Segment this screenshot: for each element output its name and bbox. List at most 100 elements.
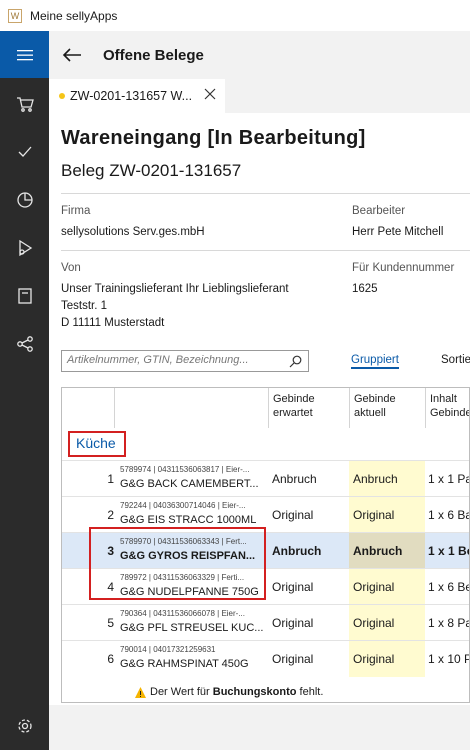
close-icon[interactable] [203, 87, 217, 101]
row-aktuell[interactable]: Original [353, 652, 394, 666]
sort-button[interactable]: Sortie [441, 354, 470, 366]
table-row[interactable]: 6 790014 | 04017321259631 G&G RAHMSPINAT… [62, 640, 470, 677]
page-title: Wareneingang [In Bearbeitung] [61, 127, 366, 149]
column-header-inhalt-gebinde[interactable]: Inhalt Gebinde [425, 388, 470, 428]
sidebar-item-check[interactable] [0, 129, 49, 175]
column-header-line: erwartet [273, 407, 313, 419]
row-erwartet: Anbruch [272, 544, 322, 558]
row-erwartet: Anbruch [272, 472, 317, 486]
hamburger-icon [16, 49, 33, 60]
column-header-line: Gebinde [273, 393, 315, 405]
row-inhalt: 1 x 10 P [428, 652, 470, 666]
check-icon [18, 146, 31, 157]
divider [61, 250, 470, 251]
von-line-1: Unser Trainingslieferant Ihr Lieblingsli… [61, 283, 289, 295]
warning-text: Der Wert für Buchungskonto fehlt. [150, 686, 323, 698]
row-number: 1 [107, 472, 114, 486]
column-header-line: Gebinde [430, 407, 470, 419]
highlight-frame [89, 527, 266, 600]
row-erwartet: Original [272, 580, 314, 594]
unsaved-dot [59, 93, 65, 99]
table-row[interactable]: 1 5789974 | 04311536063817 | Eier-... G&… [62, 460, 470, 497]
von-line-3: D 11111 Musterstadt [61, 317, 165, 329]
tab-strip: ZW-0201-131657 W... [49, 79, 470, 113]
warning-suffix: fehlt. [296, 686, 324, 698]
divider [61, 193, 470, 194]
firma-label: Firma [61, 205, 91, 217]
sidebar-item-network[interactable] [0, 321, 49, 367]
sidebar-item-reports[interactable] [0, 177, 49, 223]
search-input[interactable]: Artikelnummer, GTIN, Bezeichnung... [61, 350, 309, 372]
row-inhalt: 1 x 8 Pa [428, 616, 470, 630]
row-aktuell[interactable]: Original [353, 580, 394, 594]
share-icon [16, 336, 33, 352]
row-meta: 792244 | 04036300714046 | Eier-... [120, 501, 246, 510]
bearbeiter-value: Herr Pete Mitchell [352, 226, 444, 238]
settings-button[interactable] [0, 703, 49, 749]
book-icon [17, 288, 32, 304]
row-inhalt: 1 x 6 Ba [428, 508, 470, 522]
search-icon[interactable] [289, 355, 302, 368]
warning-field: Buchungskonto [212, 686, 297, 698]
tab-label: ZW-0201-131657 W... [70, 89, 193, 103]
page-subtitle: Beleg ZW-0201-131657 [61, 161, 242, 180]
row-inhalt: 1 x 1 Be [428, 544, 470, 558]
tab-document[interactable]: ZW-0201-131657 W... [49, 79, 225, 113]
app-header: Offene Belege [49, 31, 470, 79]
row-meta: 790014 | 04017321259631 [120, 645, 216, 654]
warning-icon [135, 687, 146, 698]
kundennummer-value: 1625 [352, 283, 378, 295]
warning-prefix: Der Wert für [150, 686, 213, 698]
delivery-icon [18, 239, 32, 257]
window-titlebar: W Meine sellyApps [0, 0, 470, 31]
row-meta: 5789974 | 04311536063817 | Eier-... [120, 465, 250, 474]
sidebar-item-catalog[interactable] [0, 273, 49, 319]
row-meta: 790364 | 04311536066078 | Eier-... [120, 609, 245, 618]
main-content: Wareneingang [In Bearbeitung] Beleg ZW-0… [49, 113, 470, 750]
window-title: Meine sellyApps [30, 8, 118, 23]
von-line-2: Teststr. 1 [61, 300, 108, 312]
back-button[interactable] [49, 31, 95, 79]
row-aktuell[interactable]: Original [353, 616, 394, 630]
row-inhalt: 1 x 6 Be [428, 580, 470, 594]
row-erwartet: Original [272, 652, 314, 666]
column-header-line: aktuell [354, 407, 386, 419]
column-header-line: Gebinde [354, 393, 396, 405]
column-header-gebinde-aktuell[interactable]: Gebinde aktuell [349, 388, 425, 428]
column-header-gebinde-erwartet[interactable]: Gebinde erwartet [268, 388, 349, 428]
back-arrow-icon [62, 48, 81, 62]
row-aktuell[interactable]: Original [353, 508, 394, 522]
sidebar [0, 31, 49, 750]
row-erwartet: Original [272, 616, 314, 630]
row-aktuell[interactable]: Anbruch [353, 544, 402, 558]
firma-value: sellysolutions Serv.ges.mbH [61, 226, 205, 238]
row-name: G&G PFL STREUSEL KUC... [120, 622, 264, 634]
row-name: G&G EIS STRACC 1000ML [120, 514, 257, 526]
bearbeiter-label: Bearbeiter [352, 205, 406, 217]
von-label: Von [61, 262, 81, 274]
row-number: 2 [107, 508, 114, 522]
search-placeholder: Artikelnummer, GTIN, Bezeichnung... [67, 354, 249, 366]
highlight-frame [68, 431, 126, 457]
gear-icon [17, 719, 32, 733]
column-header-artikel [114, 388, 268, 428]
row-erwartet: Original [272, 508, 314, 522]
grouped-toggle[interactable]: Gruppiert [351, 354, 399, 369]
row-inhalt: 1 x 1 Pa [428, 472, 470, 486]
row-name: G&G BACK CAMEMBERT... [120, 478, 259, 490]
table-row[interactable]: 5 790364 | 04311536066078 | Eier-... G&G… [62, 604, 470, 641]
row-name: G&G RAHMSPINAT 450G [120, 658, 249, 670]
row-number: 6 [107, 652, 114, 666]
kundennummer-label: Für Kundennummer [352, 262, 455, 274]
row-aktuell[interactable]: Anbruch [353, 472, 398, 486]
row-number: 5 [107, 616, 114, 630]
hamburger-button[interactable] [0, 31, 49, 78]
app-icon: W [8, 8, 22, 23]
cart-icon [16, 97, 34, 112]
column-header-line: Inhalt [430, 393, 457, 405]
validation-warning: Der Wert für Buchungskonto fehlt. [62, 682, 469, 702]
header-title: Offene Belege [103, 46, 204, 64]
bottom-bar [49, 705, 470, 750]
sidebar-item-cart[interactable] [0, 81, 49, 127]
sidebar-item-delivery[interactable] [0, 225, 49, 271]
